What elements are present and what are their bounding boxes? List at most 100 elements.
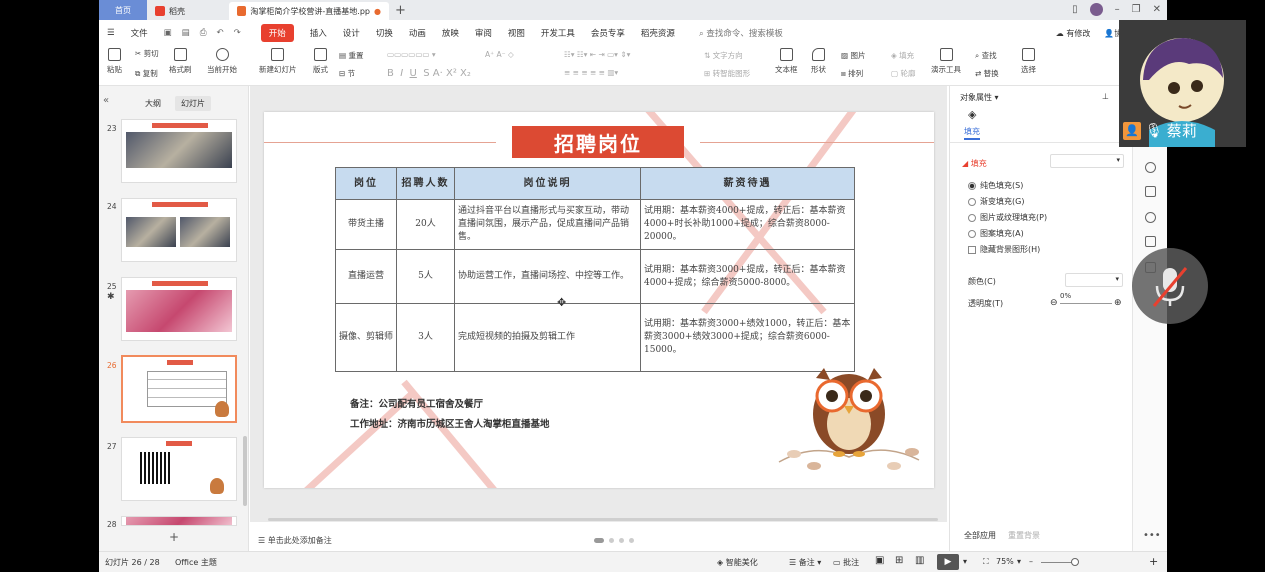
align-buttons[interactable]: ≡ ≡ ≡ ≡ ≡ ▥▾ bbox=[564, 68, 618, 77]
collapse-panel-icon[interactable]: « bbox=[103, 95, 109, 106]
menu-transition[interactable]: 切换 bbox=[376, 27, 393, 39]
fill-dropdown[interactable]: ▾ bbox=[1050, 154, 1124, 168]
list-buttons[interactable]: ☷▾ ☷▾ ⇤ ⇥ ▭▾ ⇕▾ bbox=[564, 50, 630, 59]
paste-button[interactable]: 粘贴 bbox=[107, 48, 122, 75]
zoom-in-button[interactable]: + bbox=[1149, 555, 1158, 568]
theme-name[interactable]: Office 主题 bbox=[175, 557, 217, 568]
view-normal-icon[interactable]: ▣ bbox=[875, 555, 884, 566]
menu-start[interactable]: 开始 bbox=[260, 24, 294, 42]
slide-thumbnail[interactable] bbox=[121, 516, 237, 526]
reset-button[interactable]: ▤ 重置 bbox=[339, 50, 363, 61]
bold-button[interactable]: B bbox=[387, 68, 394, 79]
copy-layout-icon[interactable] bbox=[1145, 186, 1156, 197]
menu-animation[interactable]: 动画 bbox=[409, 27, 426, 39]
close-icon[interactable]: ✕ bbox=[1153, 4, 1161, 15]
image-icon[interactable] bbox=[1145, 236, 1156, 247]
note-dormitory[interactable]: 备注：公司配有员工宿舍及餐厅 bbox=[350, 396, 483, 410]
arrange-button[interactable]: ⧈ 排列 bbox=[841, 68, 863, 79]
radio-picture-fill[interactable]: 图片或纹理填充(P) bbox=[968, 212, 1047, 223]
undo-icon[interactable]: ↶ bbox=[217, 28, 224, 38]
smart-beautify-button[interactable]: ◈ 智能美化 bbox=[717, 557, 758, 568]
tab-home[interactable]: 首页 bbox=[99, 0, 147, 20]
slide-thumbnail[interactable] bbox=[121, 277, 237, 341]
text-direction-button[interactable]: ⇅ 文字方向 bbox=[704, 50, 743, 61]
italic-button[interactable]: I bbox=[400, 68, 403, 79]
play-slideshow-button[interactable]: ▶ bbox=[937, 554, 959, 570]
add-slide-button[interactable]: + bbox=[169, 530, 179, 544]
slide-thumbnail[interactable] bbox=[121, 119, 237, 183]
reset-background-button[interactable]: 重置背景 bbox=[1008, 530, 1040, 541]
tab-docer[interactable]: 稻壳 bbox=[147, 2, 229, 20]
layout-icon[interactable]: ▯ bbox=[1072, 4, 1078, 15]
find-button[interactable]: ⌕ 查找 bbox=[975, 50, 997, 61]
save-icon[interactable]: ▣ bbox=[164, 28, 172, 38]
tab-outline[interactable]: 大纲 bbox=[139, 96, 167, 111]
menu-developer[interactable]: 开发工具 bbox=[541, 27, 575, 39]
presentation-tools-button[interactable]: 演示工具 bbox=[931, 48, 961, 75]
view-reading-icon[interactable]: ▥ bbox=[915, 555, 924, 566]
play-options-icon[interactable]: ▾ bbox=[963, 557, 967, 566]
tab-fill[interactable]: 填充 bbox=[964, 126, 980, 140]
outline-button[interactable]: ▢ 轮廓 bbox=[891, 68, 915, 79]
radio-solid-fill[interactable]: 纯色填充(S) bbox=[968, 180, 1023, 191]
fit-window-icon[interactable]: ⛶ bbox=[983, 557, 989, 567]
font-name-select[interactable]: ▭▭▭▭▭▭ ▾ bbox=[387, 50, 436, 59]
user-avatar[interactable] bbox=[1089, 3, 1103, 16]
zoom-dropdown-icon[interactable]: ▾ bbox=[1017, 557, 1021, 566]
play-from-current-button[interactable]: 当前开始 bbox=[207, 48, 237, 75]
thumbnail-scrollbar[interactable] bbox=[243, 436, 247, 506]
hide-background-checkbox[interactable]: 隐藏背景图形(H) bbox=[968, 244, 1040, 255]
scroll-thumb[interactable] bbox=[268, 518, 938, 521]
strike-button[interactable]: S bbox=[423, 68, 429, 79]
textbox-button[interactable]: 文本框 bbox=[775, 48, 798, 75]
canvas-horizontal-scrollbar[interactable] bbox=[258, 518, 948, 522]
minus-icon[interactable]: ⊖ bbox=[1050, 298, 1058, 308]
tab-document[interactable]: 淘掌柜简介学校营讲-直播基地.pptx ● bbox=[229, 2, 389, 20]
radio-gradient-fill[interactable]: 渐变填充(G) bbox=[968, 196, 1024, 207]
help-icon[interactable] bbox=[1145, 212, 1156, 223]
transparency-slider[interactable]: ⊖ 0% ⊕ bbox=[1050, 292, 1124, 308]
recruitment-table[interactable]: 岗位 招聘人数 岗位说明 薪资待遇 带货主播 20人 通过抖音平台以直播形式与买… bbox=[335, 167, 855, 372]
to-smartart-button[interactable]: ⊞ 转智能图形 bbox=[704, 68, 750, 79]
animation-icon[interactable] bbox=[1145, 162, 1156, 173]
layout-button[interactable]: 版式 bbox=[313, 48, 328, 75]
hamburger-icon[interactable]: ☰ bbox=[107, 28, 115, 38]
fill-section-header[interactable]: ◢ 填充 bbox=[962, 158, 987, 169]
notes-button[interactable]: ☰ 备注 ▾ bbox=[789, 557, 821, 568]
new-slide-button[interactable]: 新建幻灯片 bbox=[259, 48, 297, 75]
redo-icon[interactable]: ↷ bbox=[234, 28, 241, 38]
menu-view[interactable]: 视图 bbox=[508, 27, 525, 39]
has-changes-button[interactable]: ☁ 有修改 bbox=[1056, 28, 1091, 39]
radio-pattern-fill[interactable]: 图案填充(A) bbox=[968, 228, 1024, 239]
menu-docer-resources[interactable]: 稻壳资源 bbox=[641, 27, 675, 39]
menu-review[interactable]: 审阅 bbox=[475, 27, 492, 39]
color-dropdown[interactable]: ▾ bbox=[1065, 273, 1123, 287]
zoom-level[interactable]: 75% bbox=[996, 557, 1014, 566]
slide-thumbnail[interactable] bbox=[121, 198, 237, 262]
slide-title[interactable]: 招聘岗位 bbox=[512, 126, 684, 158]
apply-all-button[interactable]: 全部应用 bbox=[964, 530, 996, 541]
picture-button[interactable]: ▨ 图片 bbox=[841, 50, 865, 61]
notes-pane[interactable]: ☰ 单击此处添加备注 bbox=[250, 531, 947, 549]
note-address[interactable]: 工作地址：济南市历城区王舍人淘掌柜直播基地 bbox=[350, 416, 550, 430]
font-size-select[interactable]: A⁺ A⁻ ◇ bbox=[485, 50, 514, 59]
fill-bucket-icon[interactable]: ◈ bbox=[968, 108, 976, 121]
pin-icon[interactable]: ⊥ bbox=[1102, 92, 1109, 101]
shape-button[interactable]: 形状 bbox=[811, 48, 826, 75]
copy-button[interactable]: ⧉ 复制 bbox=[135, 68, 158, 79]
print-icon[interactable]: ⎙ bbox=[200, 28, 207, 38]
underline-button[interactable]: U bbox=[410, 68, 417, 79]
menu-insert[interactable]: 插入 bbox=[310, 27, 327, 39]
zoom-out-button[interactable]: – bbox=[1029, 557, 1033, 566]
replace-button[interactable]: ⇄ 替换 bbox=[975, 68, 999, 79]
select-button[interactable]: 选择 bbox=[1021, 48, 1036, 75]
export-icon[interactable]: ▤ bbox=[182, 28, 190, 38]
menu-design[interactable]: 设计 bbox=[343, 27, 360, 39]
section-button[interactable]: ⊟ 节 bbox=[339, 68, 355, 79]
cut-button[interactable]: ✂ 剪切 bbox=[135, 48, 159, 59]
slide-26[interactable]: 招聘岗位 岗位 招聘人数 岗位说明 薪资待遇 带货主播 20人 通过抖音平台以直… bbox=[264, 112, 934, 488]
comments-button[interactable]: ▭ 批注 bbox=[833, 557, 859, 568]
slide-thumbnail[interactable] bbox=[121, 437, 237, 501]
plus-icon[interactable]: ⊕ bbox=[1114, 298, 1122, 308]
tab-slides[interactable]: 幻灯片 bbox=[175, 96, 211, 111]
